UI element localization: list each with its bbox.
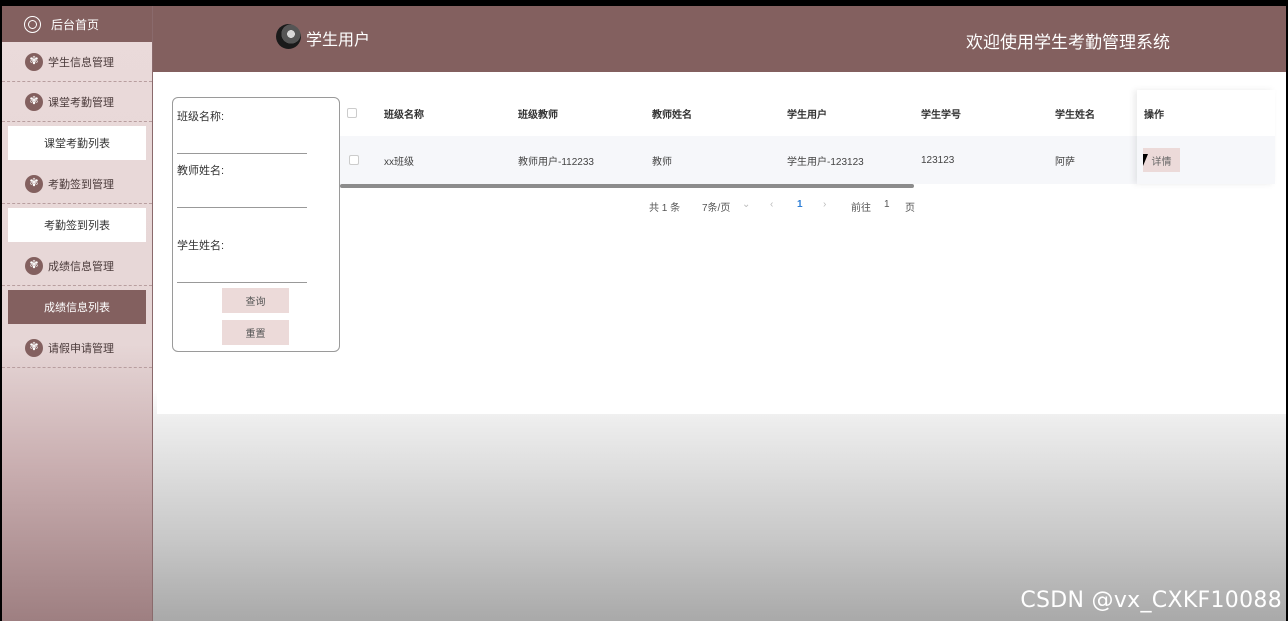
cell-student-name: 阿萨: [1055, 156, 1075, 168]
table-row: xx班级 教师用户-112233 教师 学生用户-123123 123123 阿…: [340, 136, 1275, 184]
detail-button[interactable]: 详情: [1143, 148, 1180, 172]
table-header-row: 班级名称 班级教师 教师姓名 学生用户 学生学号 学生姓名: [340, 90, 1275, 136]
flower-icon: ✾: [25, 174, 43, 193]
sidebar-group-student-info[interactable]: ✾ 学生信息管理: [2, 42, 152, 82]
flower-icon: ✾: [25, 92, 43, 111]
pagination: 共 1 条 7条/页 ⌄ ‹ 1 › 前往 1 页: [157, 199, 1286, 214]
sidebar-group-label: 成绩信息管理: [48, 260, 114, 273]
goto-suffix: 页: [905, 203, 915, 214]
sidebar-group-grades[interactable]: ✾ 成绩信息管理: [2, 246, 152, 286]
sidebar-home-label: 后台首页: [51, 17, 100, 32]
next-page-icon[interactable]: ›: [823, 199, 826, 210]
column-header[interactable]: 教师姓名: [652, 90, 692, 136]
sidebar-group-label: 课堂考勤管理: [48, 96, 114, 109]
student-name-input[interactable]: [177, 265, 307, 283]
data-table: 班级名称 班级教师 教师姓名 学生用户 学生学号 学生姓名 xx班级 教师用户-…: [340, 90, 1275, 190]
prev-page-icon[interactable]: ‹: [770, 199, 773, 210]
current-user[interactable]: 学生用户: [306, 26, 370, 50]
flower-icon: ✾: [25, 338, 43, 357]
class-name-label: 班级名称:: [177, 111, 225, 123]
class-name-input[interactable]: [177, 136, 307, 154]
sidebar: 后台首页 ✾ 学生信息管理 ✾ 课堂考勤管理 课堂考勤列表 ✾ 考勤签到管理 考…: [2, 6, 153, 621]
column-header[interactable]: 班级名称: [384, 90, 424, 136]
main-content: 班级名称: 教师姓名: 学生姓名: 查询 重置 班级名称 班级教师 教师姓名 学…: [153, 72, 1286, 621]
sidebar-item-grades-list[interactable]: 成绩信息列表: [8, 290, 146, 324]
total-count: 共 1 条: [649, 203, 681, 214]
page-size-select[interactable]: 7条/页: [702, 199, 730, 214]
search-form: 班级名称: 教师姓名: 学生姓名: 查询 重置: [172, 97, 340, 352]
home-icon: [24, 15, 41, 33]
cell-student-no: 123123: [921, 154, 955, 166]
horizontal-scrollbar[interactable]: [340, 184, 914, 188]
column-header[interactable]: 学生姓名: [1055, 90, 1095, 136]
avatar[interactable]: [276, 24, 301, 49]
column-header[interactable]: 学生学号: [921, 90, 961, 136]
query-button[interactable]: 查询: [222, 288, 289, 313]
goto-prefix: 前往: [851, 203, 871, 214]
flower-icon: ✾: [25, 256, 43, 275]
watermark: CSDN @vx_CXKF10088: [1020, 588, 1282, 613]
row-checkbox[interactable]: [349, 155, 359, 165]
teacher-name-label: 教师姓名:: [177, 165, 225, 177]
cell-teacher-name: 教师: [652, 156, 672, 168]
action-cell: 详情: [1137, 136, 1275, 184]
sidebar-item-class-attendance-list[interactable]: 课堂考勤列表: [8, 126, 146, 160]
column-header[interactable]: 班级教师: [518, 90, 558, 136]
sidebar-group-label: 学生信息管理: [48, 56, 114, 69]
chevron-down-icon[interactable]: ⌄: [742, 199, 750, 210]
column-header-action: 操作: [1137, 90, 1275, 136]
sidebar-group-leave[interactable]: ✾ 请假申请管理: [2, 328, 152, 368]
sidebar-home[interactable]: 后台首页: [2, 6, 152, 42]
student-name-label: 学生姓名:: [177, 240, 225, 252]
mouse-cursor-icon: [1143, 154, 1148, 166]
flower-icon: ✾: [25, 52, 43, 71]
sidebar-group-label: 请假申请管理: [48, 342, 114, 355]
sidebar-group-checkin[interactable]: ✾ 考勤签到管理: [2, 164, 152, 204]
cell-student-user: 学生用户-123123: [787, 156, 864, 168]
select-all-checkbox[interactable]: [347, 108, 357, 118]
sidebar-item-checkin-list[interactable]: 考勤签到列表: [8, 208, 146, 242]
welcome-title: 欢迎使用学生考勤管理系统: [966, 33, 1170, 52]
cell-class-teacher: 教师用户-112233: [518, 156, 594, 168]
goto-page-input[interactable]: 1: [884, 199, 890, 210]
cell-class-name: xx班级: [384, 156, 414, 168]
page-number-current[interactable]: 1: [797, 199, 803, 210]
column-header[interactable]: 学生用户: [787, 90, 827, 136]
app-window: 后台首页 ✾ 学生信息管理 ✾ 课堂考勤管理 课堂考勤列表 ✾ 考勤签到管理 考…: [2, 6, 1286, 621]
sidebar-group-label: 考勤签到管理: [48, 178, 114, 191]
reset-button[interactable]: 重置: [222, 320, 289, 345]
sidebar-group-class-attendance[interactable]: ✾ 课堂考勤管理: [2, 82, 152, 122]
action-column: 操作 详情: [1137, 90, 1275, 184]
content-panel: 班级名称: 教师姓名: 学生姓名: 查询 重置 班级名称 班级教师 教师姓名 学…: [157, 78, 1286, 414]
header: 学生用户 欢迎使用学生考勤管理系统: [153, 6, 1286, 72]
